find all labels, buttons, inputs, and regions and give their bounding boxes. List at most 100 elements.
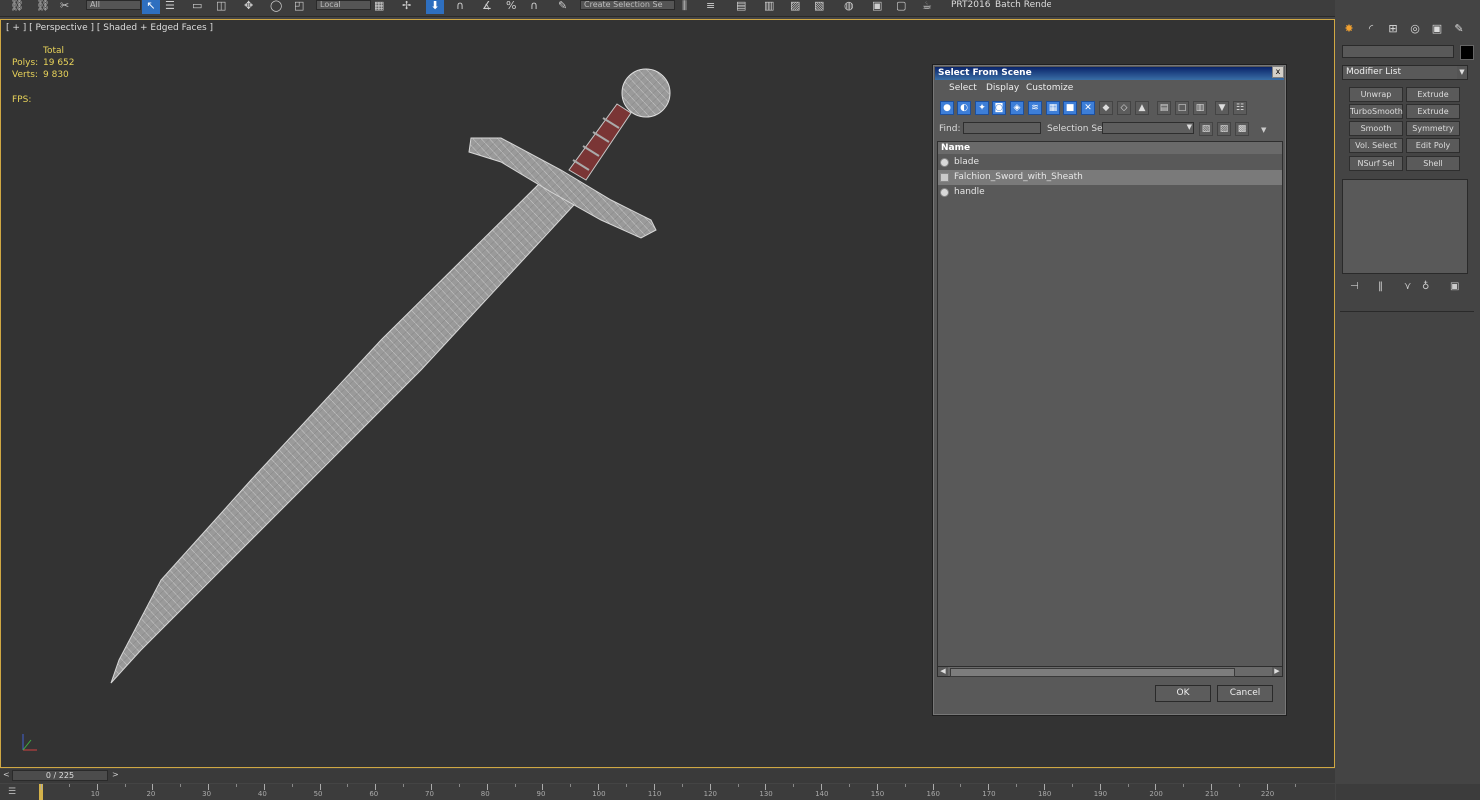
keyboard-shortcut-override-icon[interactable]: ⬇ [426, 0, 444, 14]
unlink-icon[interactable]: ⛓ [36, 0, 50, 14]
mirror-icon[interactable]: ⫼ [682, 0, 687, 14]
spinner-snap-icon[interactable]: ∩ [530, 0, 538, 14]
display-shapes-icon[interactable]: ◐ [957, 101, 971, 115]
utilities-tab-icon[interactable]: ✎ [1452, 22, 1466, 36]
modifier-button-vol-select[interactable]: Vol. Select [1349, 138, 1403, 153]
material-editor-icon[interactable]: ◍ [844, 0, 854, 14]
reference-coord-dropdown[interactable]: Local [316, 0, 371, 10]
rect-selection-icon[interactable]: ▭ [192, 0, 202, 14]
select-invert-icon[interactable]: ▥ [1193, 101, 1207, 115]
hierarchy-filter-icon[interactable]: ☷ [1233, 101, 1247, 115]
pivot-center-icon[interactable]: ▦ [374, 0, 384, 14]
create-selection-set-icon[interactable]: ▧ [1199, 122, 1213, 136]
modifier-list-dropdown[interactable]: Modifier List ▼ [1342, 65, 1468, 80]
modify-tab-icon[interactable]: ◜ [1364, 22, 1378, 36]
select-by-name-icon[interactable]: ☰ [165, 0, 175, 14]
edit-named-selection-icon[interactable]: ✎ [558, 0, 567, 14]
display-helpers-icon[interactable]: ◈ [1010, 101, 1024, 115]
dialog-title[interactable]: Select From Scene [935, 67, 1284, 80]
select-object-icon[interactable]: ↖ [142, 0, 160, 14]
remove-modifier-icon[interactable]: ♁ [1422, 281, 1429, 292]
modifier-button-symmetry[interactable]: Symmetry [1406, 121, 1460, 136]
scroll-thumb[interactable] [950, 668, 1235, 677]
curve-editor-toggle-icon[interactable]: ☰ [8, 787, 16, 797]
scene-object-list[interactable]: Name blade Falchion_Sword_with_Sheath ha… [937, 141, 1283, 677]
scroll-right-icon[interactable]: ▶ [1272, 667, 1282, 676]
bind-space-warp-icon[interactable]: ✂ [60, 0, 69, 14]
display-tab-icon[interactable]: ▣ [1430, 22, 1444, 36]
display-lights-icon[interactable]: ✦ [975, 101, 989, 115]
display-hidden-icon[interactable]: ▲ [1135, 101, 1149, 115]
move-icon[interactable]: ✥ [244, 0, 253, 14]
hierarchy-tab-icon[interactable]: ⊞ [1386, 22, 1400, 36]
modifier-button-shell[interactable]: Shell [1406, 156, 1460, 171]
align-icon[interactable]: ≡ [706, 0, 715, 14]
select-none-icon[interactable]: □ [1175, 101, 1189, 115]
display-xrefs-icon[interactable]: ■ [1063, 101, 1077, 115]
menu-select[interactable]: Select [949, 83, 977, 93]
object-color-swatch[interactable] [1460, 45, 1474, 60]
list-item[interactable]: Falchion_Sword_with_Sheath [938, 170, 1282, 185]
time-next-button[interactable]: > [112, 770, 119, 779]
schematic-view-icon[interactable]: ▧ [814, 0, 824, 14]
select-manipulate-icon[interactable]: ✢ [402, 0, 411, 14]
track-bar[interactable]: ☰ 10 20 30 40 50 60 70 80 90 100 110 120 130 140 150 16… [0, 784, 1335, 800]
pin-stack-icon[interactable]: ⊣ [1350, 281, 1359, 292]
ok-button[interactable]: OK [1155, 685, 1211, 702]
name-column-header[interactable]: Name [938, 142, 1282, 154]
rotate-icon[interactable]: ◯ [270, 0, 282, 14]
render-setup-icon[interactable]: ▣ [872, 0, 882, 14]
graphite-ribbon-icon[interactable]: ▥ [764, 0, 774, 14]
modifier-button-extrude-2[interactable]: Extrude [1406, 104, 1460, 119]
modifier-button-extrude[interactable]: Extrude [1406, 87, 1460, 102]
rendered-frame-window-icon[interactable]: ▢ [896, 0, 906, 14]
named-selection-set-dropdown[interactable]: Create Selection Se [580, 0, 675, 10]
modifier-button-nsurf-sel[interactable]: NSurf Sel [1349, 156, 1403, 171]
layer-dropdown[interactable]: All [86, 0, 141, 10]
display-containers-icon[interactable]: ◆ [1099, 101, 1113, 115]
object-name-field[interactable] [1342, 45, 1454, 58]
add-to-selection-set-icon[interactable]: ▨ [1217, 122, 1231, 136]
modifier-stack[interactable] [1342, 179, 1468, 274]
scale-icon[interactable]: ◰ [294, 0, 304, 14]
menu-customize[interactable]: Customize [1026, 83, 1073, 93]
display-space-warps-icon[interactable]: ≋ [1028, 101, 1042, 115]
link-icon[interactable]: ⛓ [10, 0, 24, 14]
snap-toggle-icon[interactable]: ∩ [456, 0, 464, 14]
find-input[interactable] [963, 122, 1041, 134]
display-cameras-icon[interactable]: ◙ [992, 101, 1006, 115]
window-crossing-icon[interactable]: ◫ [216, 0, 226, 14]
horizontal-scrollbar[interactable]: ◀ ▶ [937, 666, 1283, 677]
modifier-button-edit-poly[interactable]: Edit Poly [1406, 138, 1460, 153]
list-item[interactable]: blade [938, 155, 1282, 170]
motion-tab-icon[interactable]: ◎ [1408, 22, 1422, 36]
selection-set-dropdown[interactable]: ▼ [1102, 122, 1194, 134]
time-prev-button[interactable]: < [3, 770, 10, 779]
scroll-left-icon[interactable]: ◀ [938, 667, 948, 676]
render-production-icon[interactable]: ☕ [922, 0, 932, 14]
show-end-result-icon[interactable]: ‖ [1378, 281, 1383, 292]
curve-editor-icon[interactable]: ▨ [790, 0, 800, 14]
overflow-chevron-icon[interactable]: ▼ [1261, 126, 1266, 134]
remove-from-selection-set-icon[interactable]: ▩ [1235, 122, 1249, 136]
modifier-button-smooth[interactable]: Smooth [1349, 121, 1403, 136]
layer-manager-icon[interactable]: ▤ [736, 0, 746, 14]
list-item[interactable]: handle [938, 185, 1282, 200]
menu-display[interactable]: Display [986, 83, 1019, 93]
angle-snap-icon[interactable]: ∡ [482, 0, 492, 14]
dialog-close-button[interactable]: x [1272, 66, 1284, 78]
percent-snap-icon[interactable]: % [506, 0, 516, 14]
display-bones-icon[interactable]: ✕ [1081, 101, 1095, 115]
create-tab-icon[interactable]: ✸ [1342, 22, 1356, 36]
select-all-icon[interactable]: ▤ [1157, 101, 1171, 115]
modifier-button-unwrap-uvw[interactable]: Unwrap UVW [1349, 87, 1403, 112]
display-groups-icon[interactable]: ▦ [1046, 101, 1060, 115]
time-slider[interactable]: 0 / 225 [12, 770, 108, 781]
prt-plugin-label[interactable]: PRT2016 [951, 0, 990, 10]
make-unique-icon[interactable]: ⋎ [1404, 281, 1411, 292]
cancel-button[interactable]: Cancel [1217, 685, 1273, 702]
modifier-button-turbosmooth[interactable]: TurboSmooth [1349, 104, 1403, 119]
display-frozen-icon[interactable]: ◇ [1117, 101, 1131, 115]
configure-modifier-sets-icon[interactable]: ▣ [1450, 281, 1459, 292]
filter-icon[interactable]: ▼ [1215, 101, 1229, 115]
